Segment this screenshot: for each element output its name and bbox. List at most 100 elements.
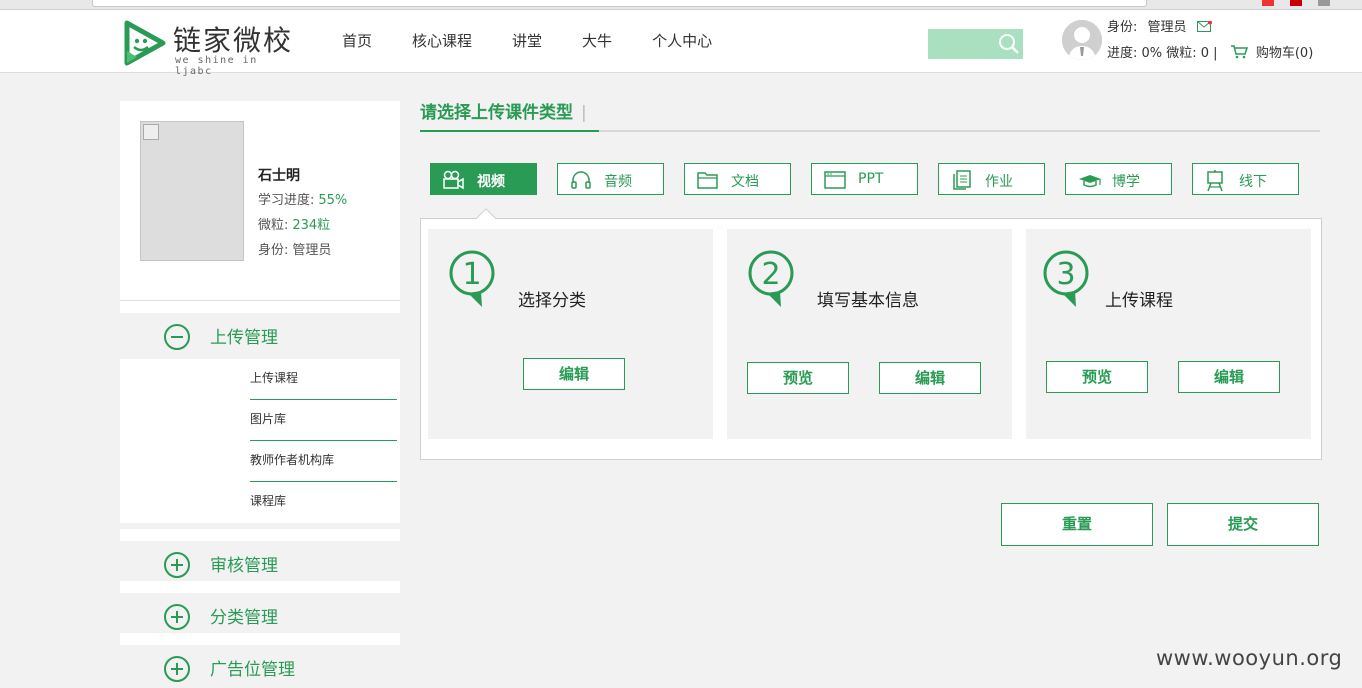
step-1-edit-button[interactable]: 编辑 bbox=[523, 358, 625, 390]
menu-review-management[interactable]: 审核管理 bbox=[120, 529, 400, 587]
browser-chrome bbox=[0, 0, 1362, 10]
profile-role-label: 身份: bbox=[258, 243, 289, 258]
profile-role-value: 管理员 bbox=[292, 243, 332, 258]
type-offline-button[interactable]: 线下 bbox=[1192, 163, 1299, 195]
step-number-pin-icon: 2 bbox=[748, 250, 794, 307]
menu-category-label: 分类管理 bbox=[210, 608, 278, 628]
user-role: 身份: 管理员 bbox=[1107, 16, 1212, 35]
collapse-icon[interactable] bbox=[164, 324, 190, 350]
step-number-3: 3 bbox=[1056, 257, 1075, 292]
logo-slogan: we shine in ljabc bbox=[175, 55, 258, 77]
submenu-image-library[interactable]: 图片库 bbox=[250, 400, 397, 441]
nav-personal-center[interactable]: 个人中心 bbox=[652, 30, 712, 51]
type-audio-button[interactable]: 音频 bbox=[557, 163, 664, 195]
step-3-edit-button[interactable]: 编辑 bbox=[1178, 361, 1280, 393]
menu-review-label: 审核管理 bbox=[210, 556, 278, 576]
title-separator: | bbox=[581, 103, 587, 123]
step-title-1: 选择分类 bbox=[518, 291, 586, 311]
search-box[interactable] bbox=[928, 29, 1023, 59]
step-number-2: 2 bbox=[761, 257, 780, 292]
watermark: www.wooyun.org bbox=[1156, 646, 1343, 670]
title-underline bbox=[420, 130, 1320, 132]
type-ppt-button[interactable]: PPT bbox=[811, 163, 918, 195]
nav-lecture-hall[interactable]: 讲堂 bbox=[512, 30, 542, 51]
step-number-pin-icon: 1 bbox=[449, 250, 495, 307]
avatar[interactable] bbox=[1062, 20, 1102, 60]
sidebar: 石士明 学习进度: 55% 微粒: 234粒 身份: 管理员 上传管理 上传课程 图片… bbox=[120, 101, 400, 688]
step-number-1: 1 bbox=[462, 257, 481, 292]
nav-home[interactable]: 首页 bbox=[342, 30, 372, 51]
user-role-label: 身份: bbox=[1107, 20, 1138, 35]
step-2-preview-button[interactable]: 预览 bbox=[747, 362, 849, 394]
step-2-edit-button[interactable]: 编辑 bbox=[879, 362, 981, 394]
type-document-button[interactable]: 文档 bbox=[684, 163, 791, 195]
profile-particles: 微粒: 234粒 bbox=[258, 214, 330, 233]
menu-upload-management[interactable]: 上传管理 bbox=[120, 301, 400, 359]
mail-icon[interactable] bbox=[1196, 20, 1212, 32]
menu-category-management[interactable]: 分类管理 bbox=[120, 581, 400, 639]
play-logo-icon bbox=[124, 20, 166, 66]
address-bar[interactable] bbox=[92, 0, 1147, 7]
step-3-preview-button[interactable]: 预览 bbox=[1046, 361, 1148, 393]
reset-button[interactable]: 重置 bbox=[1001, 503, 1153, 546]
user-silhouette-icon bbox=[1062, 20, 1102, 60]
profile-name: 石士明 bbox=[258, 168, 300, 184]
presentation-window-icon bbox=[824, 171, 846, 189]
type-homework-button[interactable]: 作业 bbox=[938, 163, 1045, 195]
site-logo[interactable]: 链家微校 we shine in ljabc bbox=[123, 17, 294, 77]
type-document-label: 文档 bbox=[731, 174, 759, 190]
type-erudition-button[interactable]: 博学 bbox=[1065, 163, 1172, 195]
step-card-1: 1 选择分类 编辑 bbox=[428, 229, 713, 439]
folder-icon bbox=[697, 172, 718, 189]
step-card-3: 3 上传课程 预览 编辑 bbox=[1026, 229, 1311, 439]
page-title-text: 请选择上传课件类型 bbox=[420, 103, 573, 123]
search-icon[interactable] bbox=[998, 33, 1020, 55]
video-camera-icon bbox=[443, 170, 464, 190]
profile-photo bbox=[140, 121, 244, 261]
site-header: 链家微校 we shine in ljabc 首页 核心课程 讲堂 大牛 个人中… bbox=[0, 10, 1362, 77]
submenu-upload-course[interactable]: 上传课程 bbox=[250, 359, 397, 400]
expand-icon[interactable] bbox=[164, 604, 190, 630]
upload-submenu: 上传课程 图片库 教师作者机构库 课程库 bbox=[120, 359, 400, 523]
step-number-pin-icon: 3 bbox=[1043, 250, 1089, 307]
easel-board-icon bbox=[1207, 170, 1223, 192]
submenu-course-library[interactable]: 课程库 bbox=[250, 482, 397, 523]
user-panel: 身份: 管理员 进度: 0% 微粒: 0 | 购物车(0) bbox=[1062, 16, 1352, 66]
upload-steps-panel: 1 选择分类 编辑 2 填写基本信息 预览 编辑 3 上传课程 预览 编辑 bbox=[420, 208, 1322, 460]
nav-experts[interactable]: 大牛 bbox=[582, 30, 612, 51]
profile-role: 身份: 管理员 bbox=[258, 239, 331, 258]
menu-ad-label: 广告位管理 bbox=[210, 660, 295, 680]
extension-icon[interactable] bbox=[1290, 0, 1302, 6]
type-erudition-label: 博学 bbox=[1112, 174, 1140, 190]
cart-link[interactable]: 购物车(0) bbox=[1256, 46, 1313, 61]
broken-image-icon bbox=[143, 124, 159, 140]
extension-icon[interactable] bbox=[1318, 0, 1330, 6]
submit-button[interactable]: 提交 bbox=[1167, 503, 1319, 546]
step-title-3: 上传课程 bbox=[1105, 291, 1173, 311]
expand-icon[interactable] bbox=[164, 656, 190, 682]
type-audio-label: 音频 bbox=[604, 174, 632, 190]
profile-progress-value: 55% bbox=[318, 193, 348, 208]
step-title-2: 填写基本信息 bbox=[817, 291, 919, 311]
nav-core-courses[interactable]: 核心课程 bbox=[412, 30, 472, 51]
type-homework-label: 作业 bbox=[985, 174, 1013, 190]
graduation-cap-icon bbox=[1079, 175, 1101, 188]
user-progress: 进度: 0% 微粒: 0 | bbox=[1107, 46, 1218, 61]
step-card-2: 2 填写基本信息 预览 编辑 bbox=[727, 229, 1012, 439]
expand-icon[interactable] bbox=[164, 552, 190, 578]
page-title: 请选择上传课件类型 | bbox=[420, 98, 587, 123]
type-video-button[interactable]: 视频 bbox=[430, 163, 537, 195]
extension-icon[interactable] bbox=[1262, 0, 1274, 6]
profile-progress-label: 学习进度: bbox=[258, 193, 315, 208]
menu-ad-management[interactable]: 广告位管理 bbox=[120, 633, 400, 688]
user-stats: 进度: 0% 微粒: 0 | 购物车(0) bbox=[1107, 42, 1313, 61]
logo-name: 链家微校 bbox=[173, 24, 294, 57]
documents-icon bbox=[953, 170, 971, 190]
submenu-teacher-library[interactable]: 教师作者机构库 bbox=[250, 441, 397, 482]
main-nav: 首页 核心课程 讲堂 大牛 个人中心 bbox=[342, 30, 752, 51]
profile-particles-value: 234粒 bbox=[292, 218, 331, 233]
type-video-label: 视频 bbox=[477, 174, 505, 190]
cart-icon[interactable] bbox=[1230, 45, 1248, 59]
panel-pointer bbox=[476, 208, 496, 228]
headphones-icon bbox=[571, 171, 591, 189]
